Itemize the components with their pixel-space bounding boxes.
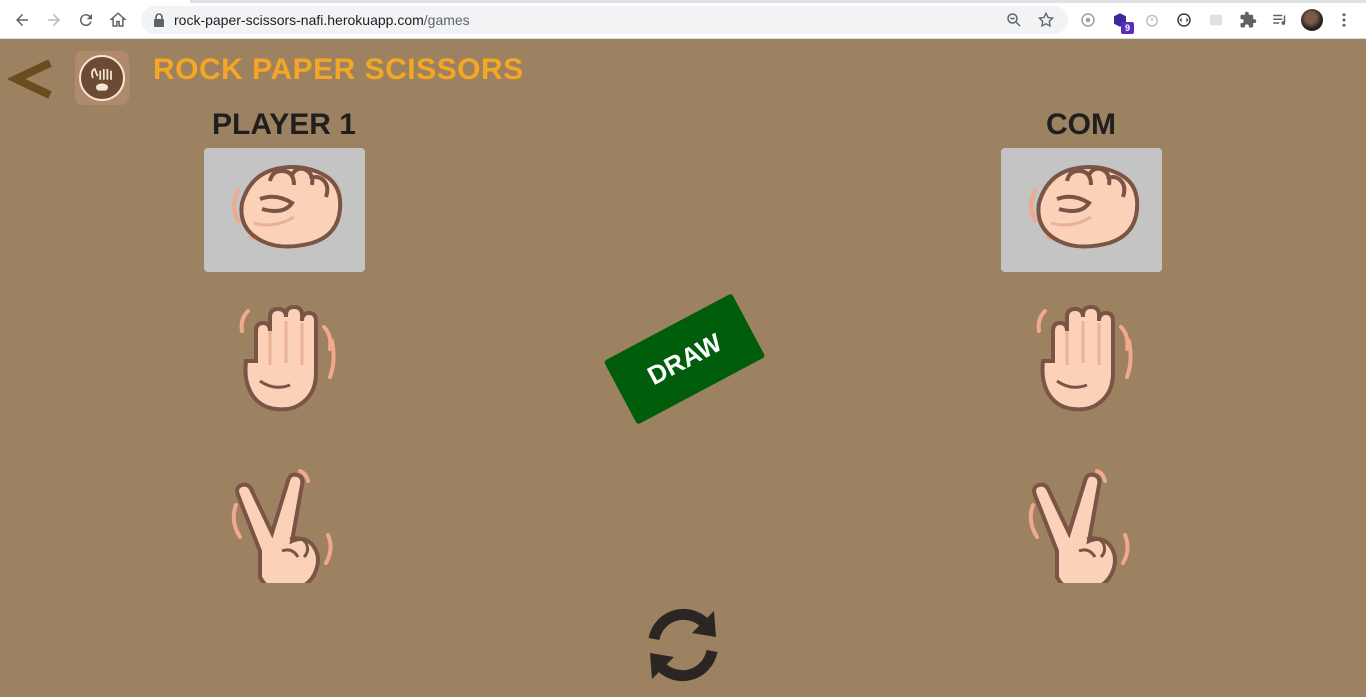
home-button[interactable] — [106, 8, 130, 32]
lock-icon — [154, 13, 164, 27]
url-host: rock-paper-scissors-nafi.herokuapp.com — [174, 12, 424, 28]
playlist-music-icon — [1273, 14, 1286, 25]
logo-ring — [79, 55, 125, 101]
tab-strip — [0, 0, 1366, 3]
logo-hands-icon — [91, 67, 112, 91]
player-rock-button[interactable] — [204, 148, 365, 272]
rock-fist-icon — [220, 151, 350, 269]
scissors-hand-icon — [220, 465, 350, 583]
arrow-right-icon — [48, 14, 60, 26]
active-tab-notch — [0, 0, 190, 3]
player-label: PLAYER 1 — [212, 108, 356, 141]
extension-circle-icon — [1081, 13, 1095, 27]
page-title: ROCK PAPER SCISSORS — [153, 53, 524, 86]
com-rock-choice — [1001, 148, 1162, 272]
player-paper-button[interactable] — [204, 298, 365, 422]
extensions-menu-button[interactable] — [1238, 10, 1258, 30]
player-scissors-button[interactable] — [204, 462, 365, 586]
extension-box-icon — [1210, 14, 1222, 26]
rock-fist-icon — [1017, 151, 1147, 269]
result-badge: DRAW — [603, 293, 766, 425]
extension-1-button[interactable] — [1078, 10, 1098, 30]
computer-label: COM — [1046, 108, 1116, 141]
profile-avatar[interactable] — [1301, 9, 1323, 31]
forward-nav-button[interactable] — [42, 8, 66, 32]
url-path: /games — [423, 12, 470, 28]
result-text: DRAW — [642, 326, 727, 391]
extension-3-button[interactable] — [1142, 10, 1162, 30]
scissors-hand-icon — [1017, 465, 1147, 583]
extension-timer-icon — [1146, 14, 1158, 27]
bookmark-star-icon[interactable] — [1037, 11, 1055, 29]
zoom-icon[interactable] — [1005, 11, 1023, 29]
paper-hand-icon — [1017, 301, 1147, 419]
extension-badge: 9 — [1121, 22, 1134, 34]
browser-toolbar: rock-paper-scissors-nafi.herokuapp.com/g… — [0, 0, 1366, 39]
paper-hand-icon — [220, 301, 350, 419]
extension-4-button[interactable] — [1174, 10, 1194, 30]
extension-code-icon — [1177, 13, 1191, 27]
chevron-left-icon[interactable] — [8, 55, 56, 103]
rps-logo-icon — [75, 51, 129, 105]
arrow-left-icon — [16, 14, 28, 26]
back-nav-button[interactable] — [10, 8, 34, 32]
com-scissors-choice — [1001, 462, 1162, 586]
media-controls-button[interactable] — [1270, 10, 1290, 30]
home-icon — [109, 12, 127, 27]
more-vert-icon — [1342, 13, 1346, 27]
puzzle-icon — [1240, 11, 1257, 28]
extension-5-button[interactable] — [1206, 10, 1226, 30]
com-paper-choice — [1001, 298, 1162, 422]
address-bar[interactable]: rock-paper-scissors-nafi.herokuapp.com/g… — [141, 6, 1068, 34]
reload-icon — [79, 14, 92, 27]
browser-menu-button[interactable] — [1334, 10, 1354, 30]
url-text: rock-paper-scissors-nafi.herokuapp.com/g… — [174, 12, 470, 28]
refresh-icon[interactable] — [640, 605, 726, 685]
reload-button[interactable] — [74, 8, 98, 32]
